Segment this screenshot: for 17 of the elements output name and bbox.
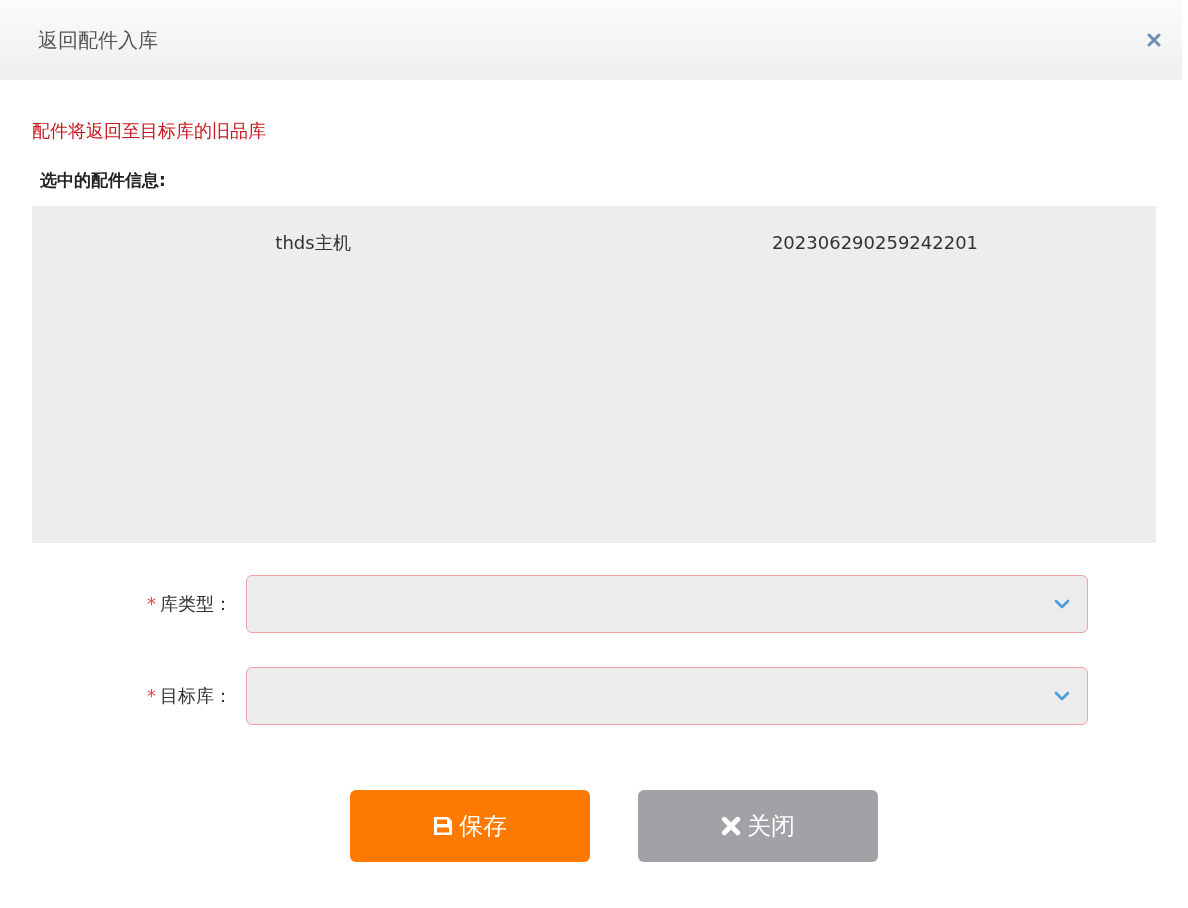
select-field[interactable]	[246, 575, 1088, 633]
close-button[interactable]: 关闭	[638, 790, 878, 862]
part-name-cell: thds主机	[275, 232, 351, 254]
field-label: 库类型：	[160, 593, 232, 615]
chevron-down-icon	[1054, 691, 1070, 701]
part-code-cell: 202306290259242201	[771, 232, 979, 254]
section-label: 选中的配件信息:	[40, 169, 166, 191]
field-label: 目标库：	[160, 685, 232, 707]
select-field[interactable]	[246, 667, 1088, 725]
close-icon	[721, 816, 741, 836]
required-mark: *	[147, 685, 156, 707]
notice-text: 配件将返回至目标库的旧品库	[32, 120, 266, 142]
required-mark: *	[147, 593, 156, 615]
chevron-down-icon	[1054, 599, 1070, 609]
dialog-title: 返回配件入库	[38, 26, 158, 54]
save-button[interactable]: 保存	[350, 790, 590, 862]
close-icon[interactable]	[1147, 33, 1161, 47]
